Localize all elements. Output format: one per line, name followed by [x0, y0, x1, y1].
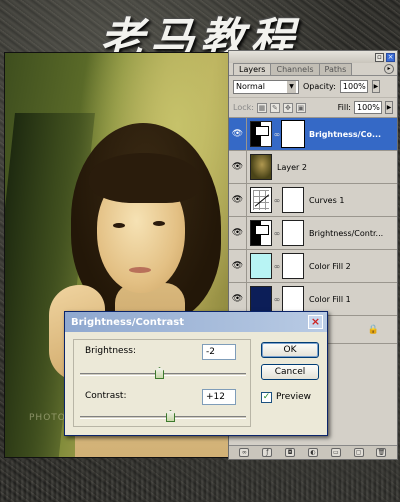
tab-paths[interactable]: Paths: [318, 63, 353, 75]
new-layer-icon[interactable]: ▢: [353, 448, 364, 457]
close-icon[interactable]: ×: [386, 52, 395, 62]
dialog-titlebar[interactable]: Brightness/Contrast ×: [65, 312, 327, 332]
photo-eye-right: [153, 221, 165, 226]
blend-mode-value: Normal: [236, 82, 265, 91]
layer-row[interactable]: 👁 ∞ Brightness/Contr...: [229, 216, 397, 250]
photo-bangs: [89, 153, 199, 203]
opacity-label: Opacity:: [303, 82, 336, 91]
tab-layers[interactable]: Layers: [233, 63, 272, 75]
link-icon[interactable]: ∞: [273, 295, 281, 304]
tab-channels[interactable]: Channels: [270, 63, 320, 75]
lock-image-icon[interactable]: ✎: [269, 102, 280, 113]
photo-eye-left: [113, 223, 125, 228]
link-layers-icon[interactable]: ∞: [239, 448, 250, 457]
color-fill-icon: [250, 286, 272, 312]
add-mask-icon[interactable]: ◘: [285, 448, 296, 457]
ok-button[interactable]: OK: [261, 342, 319, 358]
link-icon[interactable]: ∞: [273, 229, 281, 238]
layer-mask-thumbnail[interactable]: [282, 187, 304, 213]
layer-mask-thumbnail[interactable]: [282, 220, 304, 246]
blend-mode-select[interactable]: Normal ▼: [233, 79, 299, 94]
contrast-label: Contrast:: [85, 391, 127, 401]
fill-arrow-icon[interactable]: ▶: [385, 101, 393, 114]
chevron-down-icon: ▼: [287, 80, 296, 93]
eye-icon[interactable]: 👁: [229, 150, 247, 184]
brightness-contrast-icon: [250, 121, 272, 147]
lock-icon: 🔒: [367, 324, 379, 335]
layer-row[interactable]: 👁 ∞ Color Fill 2: [229, 249, 397, 283]
opacity-arrow-icon[interactable]: ▶: [371, 80, 380, 93]
brightness-contrast-dialog: Brightness/Contrast × Brightness: -2 Con…: [64, 311, 328, 436]
layer-name: Brightness/Co...: [309, 129, 382, 139]
contrast-slider-track[interactable]: [80, 416, 246, 419]
layer-style-icon[interactable]: ƒ: [262, 448, 273, 457]
dialog-title: Brightness/Contrast: [71, 316, 185, 328]
brightness-slider-thumb[interactable]: [155, 367, 164, 379]
link-icon[interactable]: ∞: [273, 196, 281, 205]
layer-row[interactable]: 👁 Layer 2: [229, 150, 397, 184]
preview-label: Preview: [276, 392, 312, 402]
preview-checkbox[interactable]: ✓: [261, 392, 272, 403]
adjustment-layer-icon[interactable]: ◐: [307, 448, 318, 457]
cancel-button[interactable]: Cancel: [261, 364, 319, 380]
blend-row: Normal ▼ Opacity: 100% ▶: [229, 76, 397, 98]
panel-menu-icon[interactable]: ▸: [384, 64, 394, 74]
link-icon[interactable]: ∞: [273, 130, 281, 139]
background-texture-2: [0, 480, 400, 502]
close-icon[interactable]: ×: [308, 315, 323, 329]
layer-mask-thumbnail[interactable]: [281, 120, 305, 148]
photo-mouth: [129, 267, 151, 273]
new-group-icon[interactable]: ▭: [330, 448, 341, 457]
brightness-label: Brightness:: [85, 346, 136, 356]
layer-name: Layer 2: [277, 162, 307, 172]
color-fill-icon: [250, 253, 272, 279]
lock-label: Lock:: [233, 103, 254, 112]
fill-label: Fill:: [337, 103, 351, 112]
panel-tabs: Layers Channels Paths ▸: [229, 63, 397, 76]
brightness-contrast-icon: [250, 220, 272, 246]
lock-row: Lock: ▦ ✎ ✥ ▣ Fill: 100% ▶: [229, 98, 397, 118]
layer-name: Brightness/Contr...: [309, 228, 384, 238]
layer-mask-thumbnail[interactable]: [282, 253, 304, 279]
photo-thumbnail-icon: [250, 154, 272, 180]
link-icon[interactable]: ∞: [273, 262, 281, 271]
eye-icon[interactable]: 👁: [229, 249, 247, 283]
fill-input[interactable]: 100%: [354, 101, 382, 114]
lock-all-icon[interactable]: ▣: [295, 102, 306, 113]
panel-titlebar: ▫ ×: [229, 51, 397, 63]
layer-row[interactable]: 👁 ∞ Brightness/Co...: [229, 117, 397, 151]
layer-name: Curves 1: [309, 195, 345, 205]
trash-icon[interactable]: 🗑: [376, 448, 387, 457]
contrast-input[interactable]: +12: [202, 389, 236, 405]
layer-row[interactable]: 👁 ∞ Curves 1: [229, 183, 397, 217]
eye-icon[interactable]: 👁: [229, 216, 247, 250]
layer-name: Color Fill 1: [309, 294, 351, 304]
settings-group: Brightness: -2 Contrast: +12: [73, 339, 251, 427]
opacity-input[interactable]: 100%: [339, 80, 368, 93]
lock-position-icon[interactable]: ✥: [282, 102, 293, 113]
layer-mask-thumbnail[interactable]: [282, 286, 304, 312]
minimize-icon[interactable]: ▫: [375, 52, 384, 62]
eye-icon[interactable]: 👁: [229, 117, 247, 151]
brightness-input[interactable]: -2: [202, 344, 236, 360]
lock-transparent-icon[interactable]: ▦: [256, 102, 267, 113]
eye-icon[interactable]: 👁: [229, 183, 247, 217]
panel-bottom-bar: ∞ ƒ ◘ ◐ ▭ ▢ 🗑: [229, 445, 397, 459]
curves-icon: [250, 187, 272, 213]
layer-name: Color Fill 2: [309, 261, 351, 271]
contrast-slider-thumb[interactable]: [166, 410, 175, 422]
